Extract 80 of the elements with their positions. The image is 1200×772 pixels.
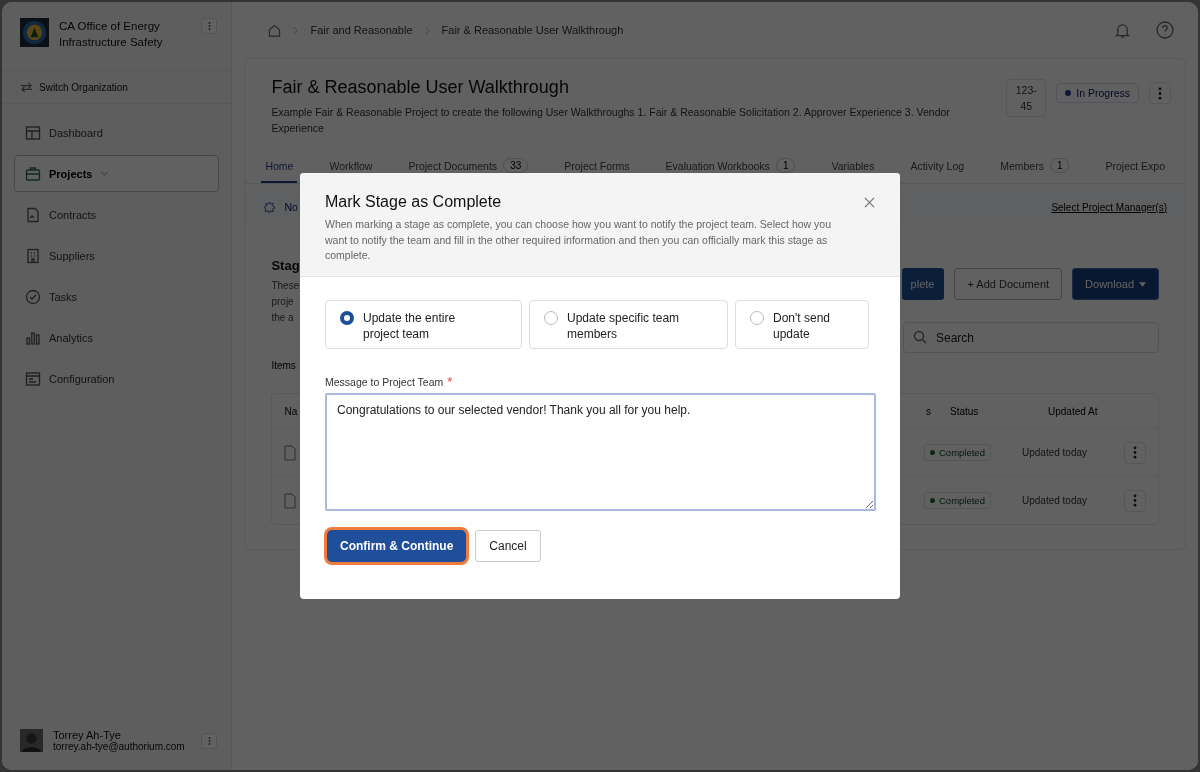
nav-item[interactable]: Analytics bbox=[14, 319, 220, 356]
message-field[interactable]: Congratulations to our selected vendor! Thank you all for you help. bbox=[325, 392, 876, 511]
status-badge: Completed bbox=[924, 444, 991, 461]
stage-title: Stag bbox=[271, 258, 300, 273]
breadcrumb-link[interactable]: Fair and Reasonable bbox=[310, 24, 413, 36]
action-button[interactable]: plete bbox=[902, 268, 945, 300]
project-id: 123-45 bbox=[1006, 79, 1047, 117]
swap-icon bbox=[20, 81, 33, 93]
search-icon bbox=[913, 330, 927, 344]
nav-item[interactable]: Projects bbox=[14, 155, 220, 192]
column-header: s bbox=[926, 405, 932, 417]
nav-item[interactable]: Dashboard bbox=[14, 114, 220, 151]
project-title: Fair & Reasonable User Walkthrough bbox=[271, 77, 570, 98]
nav-item[interactable]: Tasks bbox=[14, 278, 220, 315]
layout-icon bbox=[25, 124, 41, 141]
stage-description: These bbox=[271, 279, 300, 293]
home-icon[interactable] bbox=[268, 23, 282, 37]
more-button[interactable] bbox=[201, 732, 218, 749]
radio-button[interactable] bbox=[340, 310, 354, 325]
nav-item[interactable]: Contracts bbox=[14, 196, 220, 233]
project-description: Example Fair & Reasonable Project to create the following User Walkthroughs 1. Fair & Reasonable Solicitation 2. Approver Experience 3. Vendor Experience bbox=[271, 105, 951, 136]
stage-description: the a bbox=[271, 311, 295, 325]
required-mark: * bbox=[447, 375, 453, 388]
tab[interactable]: Members 1 bbox=[996, 152, 1074, 183]
kebab-icon bbox=[1133, 446, 1137, 459]
modal-description: When marking a stage as complete, you can choose how you want to notify the project team. Select how you want to notify the team and fill in the other required information and then you can officially mark this stage as complete. bbox=[325, 217, 833, 263]
doc-icon bbox=[25, 206, 41, 223]
kebab-icon bbox=[207, 735, 211, 746]
status-badge: Completed bbox=[924, 492, 991, 509]
modal-title: Mark Stage as Complete bbox=[325, 193, 502, 211]
more-button[interactable] bbox=[1149, 82, 1171, 104]
radio-option[interactable]: Update specific team members bbox=[529, 299, 728, 349]
more-button[interactable] bbox=[1124, 489, 1146, 512]
more-button[interactable] bbox=[201, 18, 218, 34]
select-project-manager-link[interactable]: Select Project Manager(s) bbox=[1051, 201, 1167, 213]
check-icon bbox=[25, 288, 41, 305]
bell-icon[interactable] bbox=[1115, 21, 1130, 39]
action-button[interactable]: + Add Document bbox=[954, 268, 1063, 300]
column-header: Na bbox=[284, 405, 299, 417]
gear-icon bbox=[263, 200, 277, 214]
radio-option[interactable]: Don't send update bbox=[735, 299, 869, 349]
items-label: Items bbox=[271, 360, 297, 371]
tab[interactable]: Activity Log bbox=[906, 152, 969, 183]
document-icon bbox=[284, 492, 297, 509]
bars-icon bbox=[25, 329, 41, 346]
search-field[interactable]: Search bbox=[903, 322, 1159, 353]
field-label: Message to Project Team bbox=[325, 375, 444, 388]
tab[interactable]: Project Expo bbox=[1101, 152, 1169, 183]
more-button[interactable] bbox=[1124, 441, 1146, 464]
status-badge: In Progress bbox=[1056, 83, 1139, 103]
stage-description: proje bbox=[271, 295, 295, 309]
confirm-button[interactable]: Confirm & Continue bbox=[327, 529, 467, 562]
seal-logo bbox=[20, 18, 49, 47]
building-icon bbox=[25, 247, 41, 264]
nav-item[interactable]: Configuration bbox=[14, 360, 220, 397]
action-button[interactable]: Download bbox=[1072, 268, 1159, 300]
user-email: torrey.ah-tye@authorium.com bbox=[53, 741, 186, 752]
radio-option[interactable]: Update the entire project team bbox=[325, 299, 522, 349]
column-header: Status bbox=[950, 405, 980, 417]
column-header: Updated At bbox=[1048, 405, 1099, 417]
close-icon[interactable] bbox=[864, 196, 875, 208]
table-cell-text: Updated today bbox=[1022, 447, 1089, 458]
tab[interactable]: Home bbox=[261, 152, 298, 183]
cancel-button[interactable]: Cancel bbox=[475, 529, 541, 562]
config-icon bbox=[25, 370, 41, 387]
case-icon bbox=[25, 165, 41, 182]
kebab-icon bbox=[1158, 86, 1162, 100]
table-cell-text: Updated today bbox=[1022, 495, 1089, 506]
kebab-icon bbox=[1133, 494, 1137, 507]
user-name: Torrey Ah-Tye bbox=[53, 729, 121, 741]
nav-item[interactable]: Suppliers bbox=[14, 237, 220, 274]
switch-organization-link[interactable]: Switch Organization bbox=[39, 81, 128, 93]
document-icon bbox=[284, 444, 297, 461]
kebab-icon bbox=[207, 21, 211, 31]
caret-icon bbox=[1139, 281, 1146, 287]
help-icon[interactable] bbox=[1156, 21, 1174, 39]
organization-name: CA Office of Energy Infrastructure Safety bbox=[59, 19, 164, 50]
banner-text: No bbox=[284, 201, 298, 213]
breadcrumb-link[interactable]: Fair & Reasonable User Walkthrough bbox=[441, 24, 624, 36]
avatar bbox=[20, 729, 43, 752]
